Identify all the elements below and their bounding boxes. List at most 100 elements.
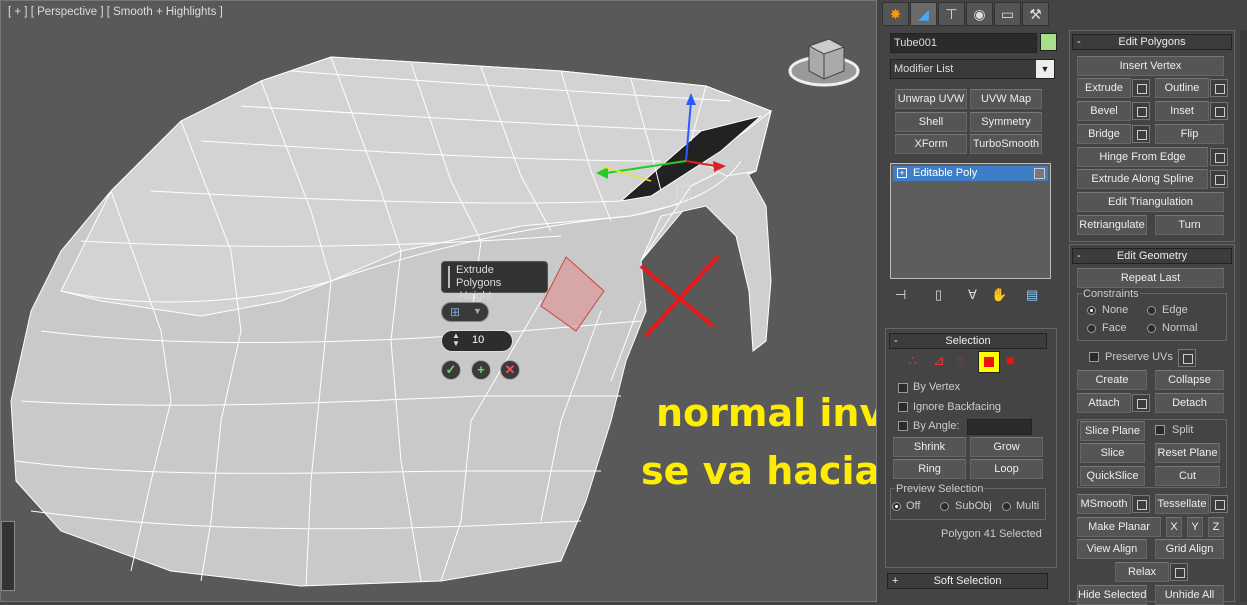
hinge-settings-icon[interactable] xyxy=(1210,148,1228,166)
by-angle-checkbox[interactable] xyxy=(898,421,908,431)
edit-geometry-header[interactable]: - Edit Geometry xyxy=(1072,248,1232,264)
inset-settings-icon[interactable] xyxy=(1210,102,1228,120)
view-align-button[interactable]: View Align xyxy=(1077,539,1147,559)
ring-button[interactable]: Ring xyxy=(893,459,966,479)
apply-continue-button[interactable]: + xyxy=(471,360,491,380)
hinge-from-edge-button[interactable]: Hinge From Edge xyxy=(1077,147,1208,167)
edge-mode-icon[interactable]: ⊿ xyxy=(933,352,945,369)
constraint-edge-radio[interactable] xyxy=(1147,306,1156,315)
extrude-spline-settings-icon[interactable] xyxy=(1210,170,1228,188)
planar-y-button[interactable]: Y xyxy=(1187,517,1203,537)
by-vertex-checkbox[interactable] xyxy=(898,383,908,393)
stack-toggle-icon[interactable] xyxy=(1034,168,1045,179)
edit-triangulation-button[interactable]: Edit Triangulation xyxy=(1077,192,1224,212)
bevel-button[interactable]: Bevel xyxy=(1077,101,1131,121)
constraint-normal-radio[interactable] xyxy=(1147,324,1156,333)
shrink-button[interactable]: Shrink xyxy=(893,437,966,457)
quickslice-button[interactable]: QuickSlice xyxy=(1080,466,1145,486)
utilities-icon[interactable]: ⚒ xyxy=(1022,2,1049,26)
slice-button[interactable]: Slice xyxy=(1080,443,1145,463)
unhide-all-button[interactable]: Unhide All xyxy=(1155,585,1224,605)
vertex-mode-icon[interactable]: ∴ xyxy=(908,352,917,369)
angle-input[interactable] xyxy=(967,419,1032,435)
perspective-viewport[interactable]: [ + ] [ Perspective ] [ Smooth + Highlig… xyxy=(0,0,877,602)
element-mode-icon[interactable]: ■ xyxy=(1006,352,1014,368)
attach-settings-icon[interactable] xyxy=(1132,394,1150,412)
flip-button[interactable]: Flip xyxy=(1155,124,1224,144)
tessellate-settings-icon[interactable] xyxy=(1210,495,1228,513)
bevel-settings-icon[interactable] xyxy=(1132,102,1150,120)
split-checkbox[interactable] xyxy=(1155,425,1165,435)
ok-button[interactable]: ✓ xyxy=(441,360,461,380)
grid-align-button[interactable]: Grid Align xyxy=(1155,539,1224,559)
msmooth-button[interactable]: MSmooth xyxy=(1077,494,1131,514)
tessellate-button[interactable]: Tessellate xyxy=(1155,494,1209,514)
shell-button[interactable]: Shell xyxy=(895,112,967,132)
symmetry-button[interactable]: Symmetry xyxy=(970,112,1042,132)
constraint-none-radio[interactable] xyxy=(1087,306,1096,315)
uvw-map-button[interactable]: UVW Map xyxy=(970,89,1042,109)
modifier-list-dropdown[interactable]: Modifier List ▼ xyxy=(890,59,1055,79)
planar-x-button[interactable]: X xyxy=(1166,517,1182,537)
make-planar-button[interactable]: Make Planar xyxy=(1077,517,1161,537)
viewport-label[interactable]: [ + ] [ Perspective ] [ Smooth + Highlig… xyxy=(8,6,223,18)
grow-button[interactable]: Grow xyxy=(970,437,1043,457)
preserve-uvs-checkbox[interactable] xyxy=(1089,352,1099,362)
inset-button[interactable]: Inset xyxy=(1155,101,1209,121)
bridge-button[interactable]: Bridge xyxy=(1077,124,1131,144)
height-spinner[interactable]: ▲ ▼ 10 xyxy=(441,330,513,352)
planar-z-button[interactable]: Z xyxy=(1208,517,1224,537)
object-name-field[interactable]: Tube001 xyxy=(890,33,1037,53)
extrude-along-spline-button[interactable]: Extrude Along Spline xyxy=(1077,169,1208,189)
chevron-down-icon[interactable]: ▼ xyxy=(1036,60,1054,78)
border-mode-icon[interactable]: ◌ xyxy=(956,352,964,368)
preview-off-radio[interactable] xyxy=(892,502,901,511)
expand-icon[interactable]: + xyxy=(897,168,907,178)
preserve-uvs-settings-icon[interactable] xyxy=(1178,349,1196,367)
attach-button[interactable]: Attach xyxy=(1077,393,1131,413)
extrude-type-dropdown[interactable]: ⊞ ▼ xyxy=(441,302,489,322)
modify-icon[interactable]: ◢ xyxy=(910,2,937,26)
mesh-canvas[interactable] xyxy=(1,1,877,602)
reset-plane-button[interactable]: Reset Plane xyxy=(1155,443,1220,463)
retriangulate-button[interactable]: Retriangulate xyxy=(1077,215,1147,235)
repeat-last-button[interactable]: Repeat Last xyxy=(1077,268,1224,288)
extrude-button[interactable]: Extrude xyxy=(1077,78,1131,98)
preview-multi-radio[interactable] xyxy=(1002,502,1011,511)
viewcube-icon[interactable] xyxy=(788,38,860,87)
height-value[interactable]: 10 xyxy=(472,334,484,346)
polygon-mode-icon[interactable] xyxy=(978,351,1000,373)
configure-sets-icon[interactable]: ▤ xyxy=(1026,287,1038,303)
msmooth-settings-icon[interactable] xyxy=(1132,495,1150,513)
bridge-settings-icon[interactable] xyxy=(1132,125,1150,143)
unwrap-uvw-button[interactable]: Unwrap UVW xyxy=(895,89,967,109)
pin-stack-icon[interactable]: ⊣ xyxy=(895,287,906,303)
create-icon[interactable]: ✸ xyxy=(882,2,909,26)
stack-item-editable-poly[interactable]: + Editable Poly xyxy=(893,166,1048,181)
xform-button[interactable]: XForm xyxy=(895,134,967,154)
cut-button[interactable]: Cut xyxy=(1155,466,1220,486)
turn-button[interactable]: Turn xyxy=(1155,215,1224,235)
selection-rollout-header[interactable]: - Selection xyxy=(889,333,1047,349)
object-color-swatch[interactable] xyxy=(1040,33,1057,51)
preview-subobj-radio[interactable] xyxy=(940,502,949,511)
turbosmooth-button[interactable]: TurboSmooth xyxy=(970,134,1042,154)
relax-settings-icon[interactable] xyxy=(1170,563,1188,581)
outline-settings-icon[interactable] xyxy=(1210,79,1228,97)
soft-selection-rollout-header[interactable]: + Soft Selection xyxy=(887,573,1048,589)
edit-polygons-header[interactable]: - Edit Polygons xyxy=(1072,34,1232,50)
extrude-settings-icon[interactable] xyxy=(1132,79,1150,97)
remove-modifier-icon[interactable]: ✋ xyxy=(991,287,1007,303)
spinner-arrows-icon[interactable]: ▲ ▼ xyxy=(452,332,460,348)
hierarchy-icon[interactable]: ⊤ xyxy=(938,2,965,26)
display-icon[interactable]: ▭ xyxy=(994,2,1021,26)
detach-button[interactable]: Detach xyxy=(1155,393,1224,413)
create-button[interactable]: Create xyxy=(1077,370,1147,390)
slice-plane-button[interactable]: Slice Plane xyxy=(1080,421,1145,441)
ignore-backfacing-checkbox[interactable] xyxy=(898,402,908,412)
cancel-button[interactable]: ✕ xyxy=(500,360,520,380)
relax-button[interactable]: Relax xyxy=(1115,562,1169,582)
make-unique-icon[interactable]: ∀ xyxy=(968,287,977,303)
outline-button[interactable]: Outline xyxy=(1155,78,1209,98)
collapse-button[interactable]: Collapse xyxy=(1155,370,1224,390)
